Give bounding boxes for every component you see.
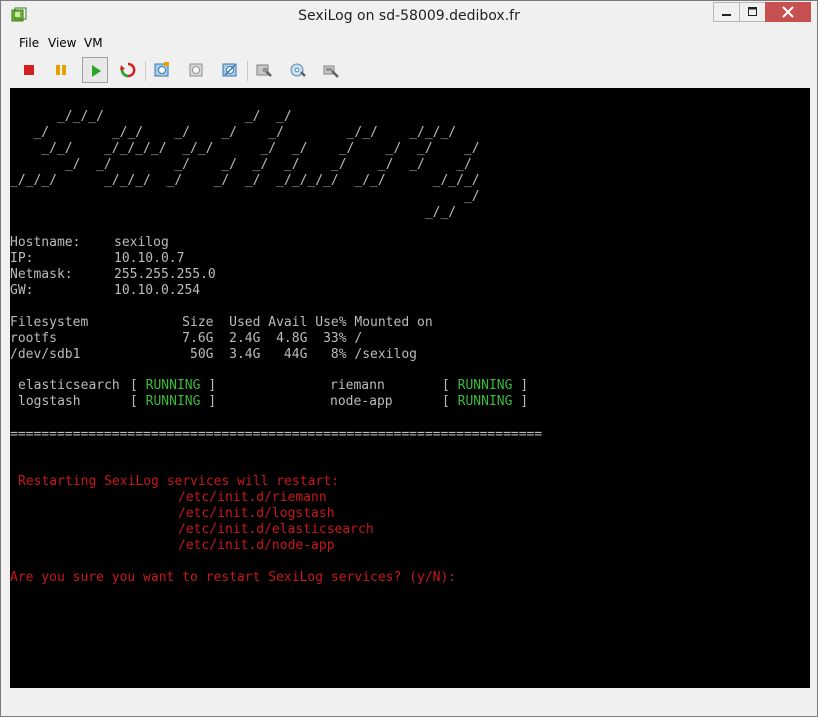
running-status: RUNNING bbox=[145, 378, 201, 393]
banner-line: _/_/ bbox=[10, 205, 457, 220]
service-status: [ RUNNING ] bbox=[130, 394, 217, 409]
restart-heading: Restarting SexiLog services will restart… bbox=[18, 474, 339, 489]
window-title: SexiLog on sd-58009.dedibox.fr bbox=[298, 8, 520, 24]
service-name: logstash bbox=[18, 394, 81, 409]
reset-button[interactable] bbox=[115, 57, 141, 83]
banner-line: _/ _/ _/ _/ _/ _/ _/ _/ _/ _/ bbox=[10, 157, 472, 172]
hostname-label: Hostname: bbox=[10, 235, 81, 250]
power-off-button[interactable] bbox=[16, 57, 42, 83]
minimize-button[interactable] bbox=[713, 2, 740, 22]
snapshot-icon bbox=[154, 62, 169, 77]
power-on-button[interactable] bbox=[82, 57, 108, 83]
stop-icon bbox=[24, 65, 34, 75]
restart-prompt: Are you sure you want to restart SexiLog… bbox=[10, 570, 457, 585]
restart-item: /etc/init.d/elasticsearch bbox=[178, 522, 374, 537]
maximize-icon bbox=[748, 7, 757, 16]
gateway-value: 10.10.0.254 bbox=[114, 283, 201, 298]
banner-line: _/_/ _/_/_/_/ _/_/ _/ _/ _/ _/ _/ _/ bbox=[10, 141, 480, 156]
restart-item: /etc/init.d/riemann bbox=[178, 490, 327, 505]
banner-line: _/ bbox=[10, 189, 480, 204]
menu-view[interactable]: View bbox=[48, 36, 76, 50]
banner-line: _/ _/_/ _/ _/ _/ _/_/ _/_/_/ bbox=[10, 125, 457, 140]
gateway-label: GW: bbox=[10, 283, 34, 298]
snapshot-manager-button[interactable] bbox=[217, 57, 243, 83]
toolbar-separator bbox=[247, 61, 248, 81]
menu-bar: File View VM bbox=[1, 33, 817, 53]
service-status: [ RUNNING ] bbox=[442, 378, 529, 393]
service-name: riemann bbox=[330, 378, 385, 393]
df-row: rootfs 7.6G 2.4G 4.8G 33% / bbox=[10, 331, 363, 346]
toolbar bbox=[1, 55, 817, 87]
running-status: RUNNING bbox=[457, 394, 513, 409]
close-icon bbox=[782, 6, 794, 18]
network-settings-icon bbox=[323, 65, 339, 78]
pause-icon bbox=[56, 65, 66, 75]
suspend-button[interactable] bbox=[48, 57, 74, 83]
service-status: [ RUNNING ] bbox=[442, 394, 529, 409]
vm-console-window: SexiLog on sd-58009.dedibox.fr File View… bbox=[0, 0, 818, 717]
service-name: node-app bbox=[330, 394, 393, 409]
cd-dvd-button[interactable] bbox=[285, 57, 311, 83]
vm-settings-icon bbox=[256, 64, 272, 77]
hostname-value: sexilog bbox=[114, 235, 169, 250]
separator-line: ========================================… bbox=[10, 427, 543, 442]
reset-icon bbox=[120, 62, 136, 78]
toolbar-separator bbox=[145, 61, 146, 81]
close-button[interactable] bbox=[765, 2, 811, 22]
running-status: RUNNING bbox=[145, 394, 201, 409]
ip-label: IP: bbox=[10, 251, 34, 266]
menu-file[interactable]: File bbox=[19, 36, 39, 50]
restart-item: /etc/init.d/logstash bbox=[178, 506, 335, 521]
netmask-value: 255.255.255.0 bbox=[114, 267, 216, 282]
banner-line: _/_/_/ _/ _/ bbox=[10, 109, 292, 124]
minimize-icon bbox=[722, 14, 731, 16]
ip-value: 10.10.0.7 bbox=[114, 251, 185, 266]
df-header: Filesystem Size Used Avail Use% Mounted … bbox=[10, 315, 433, 330]
snapshot-manager-icon bbox=[222, 63, 237, 77]
netmask-label: Netmask: bbox=[10, 267, 73, 282]
running-status: RUNNING bbox=[457, 378, 513, 393]
network-settings-button[interactable] bbox=[318, 57, 344, 83]
menu-vm[interactable]: VM bbox=[84, 36, 103, 50]
revert-snapshot-icon bbox=[189, 63, 203, 77]
revert-snapshot-button[interactable] bbox=[183, 57, 209, 83]
vm-settings-button[interactable] bbox=[251, 57, 277, 83]
df-row: /dev/sdb1 50G 3.4G 44G 8% /sexilog bbox=[10, 347, 417, 362]
maximize-button[interactable] bbox=[739, 2, 766, 22]
play-icon bbox=[92, 65, 101, 77]
restart-item: /etc/init.d/node-app bbox=[178, 538, 335, 553]
title-bar[interactable]: SexiLog on sd-58009.dedibox.fr bbox=[1, 1, 817, 32]
vm-console-screen[interactable]: _/_/_/ _/ _/ _/ _/_/ _/ _/ _/ _/_/ _/_/_… bbox=[10, 88, 810, 688]
service-status: [ RUNNING ] bbox=[130, 378, 217, 393]
service-name: elasticsearch bbox=[18, 378, 120, 393]
take-snapshot-button[interactable] bbox=[149, 57, 175, 83]
banner-line: _/_/_/ _/_/_/ _/ _/ _/ _/_/_/_/ _/_/ _/_… bbox=[10, 173, 480, 188]
cd-dvd-icon bbox=[290, 63, 306, 77]
